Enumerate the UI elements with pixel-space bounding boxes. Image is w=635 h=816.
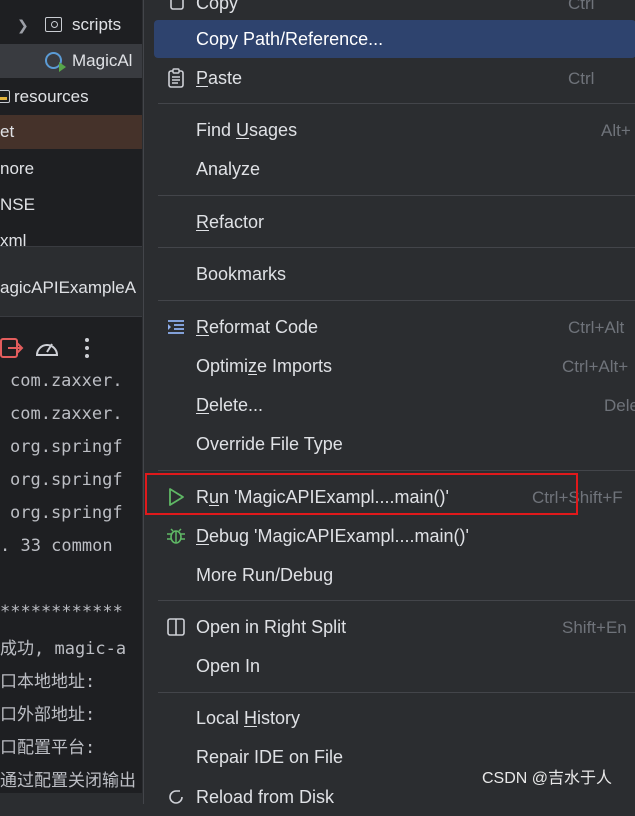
resources-folder-icon — [0, 90, 10, 103]
console-line: org.springf — [10, 437, 123, 457]
project-panel: ❯ scripts MagicAl resources et nore NSE … — [0, 0, 142, 793]
menu-item-label: Copy Path/Reference... — [196, 29, 384, 49]
clipboard-icon — [168, 68, 184, 88]
menu-item-delete[interactable]: Delete... Dele — [154, 386, 635, 424]
tree-item-label: et — [0, 122, 15, 141]
console-line: com.zaxxer. — [10, 371, 123, 391]
menu-item-shortcut: Ctrl — [568, 0, 595, 13]
menu-item-label: Local History — [196, 708, 301, 728]
menu-item-label: More Run/Debug — [196, 565, 334, 585]
menu-item-override-file-type[interactable]: Override File Type — [154, 425, 635, 463]
menu-item-shortcut: Ctrl+Alt — [568, 318, 625, 337]
menu-item-label: Override File Type — [196, 434, 343, 454]
menu-item-label: Run 'MagicAPIExampl....main()' — [196, 487, 449, 507]
exit-icon[interactable] — [0, 335, 26, 361]
tree-item-label: MagicAl — [72, 51, 133, 70]
menu-item-reformat-code[interactable]: Reformat Code Ctrl+Alt — [154, 308, 635, 346]
split-view-icon — [167, 618, 185, 636]
menu-item-shortcut: Ctrl — [568, 69, 595, 88]
tree-item-gitignore[interactable]: nore — [0, 152, 142, 186]
menu-item-label: Optimize Imports — [196, 356, 333, 376]
menu-item-label: Open in Right Split — [196, 617, 347, 637]
tree-item-label: nore — [0, 159, 35, 178]
run-tab[interactable]: agicAPIExampleA — [0, 266, 142, 317]
menu-item-local-history[interactable]: Local History — [154, 699, 635, 737]
menu-item-label: Repair IDE on File — [196, 747, 344, 767]
tree-item-label: resources — [14, 87, 89, 106]
menu-item-copy[interactable]: Copy Ctrl — [154, 0, 635, 22]
console-line: 口配置平台: — [0, 738, 96, 758]
menu-item-optimize-imports[interactable]: Optimize Imports Ctrl+Alt+ — [154, 347, 635, 385]
more-options-icon[interactable] — [74, 335, 100, 361]
menu-item-shortcut: Shift+En — [562, 618, 627, 637]
menu-item-run[interactable]: Run 'MagicAPIExampl....main()' Ctrl+Shif… — [154, 478, 635, 516]
folder-icon — [45, 17, 62, 32]
run-tab-label: agicAPIExampleA — [0, 278, 137, 297]
profiler-gauge-icon[interactable] — [34, 335, 60, 361]
panel-divider[interactable] — [0, 246, 142, 267]
debug-bug-icon — [167, 528, 185, 544]
reformat-icon — [168, 320, 184, 334]
chevron-right-icon[interactable]: ❯ — [17, 8, 29, 42]
reload-icon — [169, 790, 183, 804]
groovy-class-icon — [45, 52, 66, 72]
menu-item-paste[interactable]: Paste Ctrl — [154, 59, 635, 97]
menu-separator — [158, 600, 635, 601]
tree-item-target[interactable]: et — [0, 115, 142, 149]
menu-separator — [158, 103, 635, 104]
tree-item-license[interactable]: NSE — [0, 188, 142, 222]
menu-item-label: Bookmarks — [196, 264, 287, 284]
menu-item-shortcut: Alt+ — [601, 121, 631, 140]
tree-item-label: scripts — [72, 15, 122, 34]
console-output[interactable]: com.zaxxer. com.zaxxer. org.springf org.… — [0, 362, 142, 793]
tree-item-resources[interactable]: resources — [0, 80, 142, 114]
menu-separator — [158, 470, 635, 471]
menu-item-label: Debug 'MagicAPIExampl....main()' — [196, 526, 469, 546]
menu-item-find-usages[interactable]: Find Usages Alt+ — [154, 111, 635, 149]
console-line: org.springf — [10, 470, 123, 490]
run-play-icon — [169, 488, 184, 506]
context-menu: Copy Ctrl Copy Path/Reference... Paste C… — [143, 0, 635, 807]
menu-item-debug[interactable]: Debug 'MagicAPIExampl....main()' — [154, 517, 635, 555]
tree-item-scripts[interactable]: ❯ scripts — [0, 8, 142, 42]
tree-item-magic-file[interactable]: MagicAl — [0, 44, 142, 78]
menu-item-label: Reformat Code — [196, 317, 319, 337]
menu-item-label: Delete... — [196, 395, 264, 415]
menu-item-shortcut: Dele — [604, 396, 635, 415]
console-line: 口外部地址: — [0, 705, 96, 725]
menu-item-label: Find Usages — [196, 120, 298, 140]
menu-item-label: Copy — [196, 0, 239, 13]
watermark: CSDN @吉水于人 — [482, 770, 613, 787]
menu-item-shortcut: Ctrl+Shift+F — [532, 488, 623, 507]
menu-item-analyze[interactable]: Analyze — [154, 150, 635, 188]
copy-icon — [170, 0, 184, 10]
menu-item-label: Reload from Disk — [196, 787, 335, 807]
menu-item-label: Refactor — [196, 212, 265, 232]
menu-item-label: Paste — [196, 68, 243, 88]
menu-item-copy-path[interactable]: Copy Path/Reference... — [154, 20, 635, 58]
menu-separator — [158, 300, 635, 301]
console-line: com.zaxxer. — [10, 404, 123, 424]
console-line: 成功, magic-a — [0, 639, 127, 659]
console-line: ************ — [0, 602, 123, 622]
console-line: org.springf — [10, 503, 123, 523]
menu-item-open-right-split[interactable]: Open in Right Split Shift+En — [154, 608, 635, 646]
menu-separator — [158, 195, 635, 196]
menu-item-more-run-debug[interactable]: More Run/Debug — [154, 556, 635, 594]
menu-item-bookmarks[interactable]: Bookmarks — [154, 255, 635, 293]
menu-separator — [158, 247, 635, 248]
menu-item-shortcut: Ctrl+Alt+ — [562, 357, 629, 376]
run-toolbar — [0, 327, 142, 367]
console-line: 口本地地址: — [0, 672, 96, 692]
menu-separator — [158, 692, 635, 693]
menu-item-open-in[interactable]: Open In — [154, 647, 635, 685]
console-line: 通过配置关闭输出 — [0, 771, 136, 791]
menu-item-label: Open In — [196, 656, 261, 676]
tree-item-label: NSE — [0, 195, 35, 214]
menu-item-refactor[interactable]: Refactor — [154, 203, 635, 241]
console-line: . 33 common — [0, 536, 113, 556]
menu-item-label: Analyze — [196, 159, 261, 179]
